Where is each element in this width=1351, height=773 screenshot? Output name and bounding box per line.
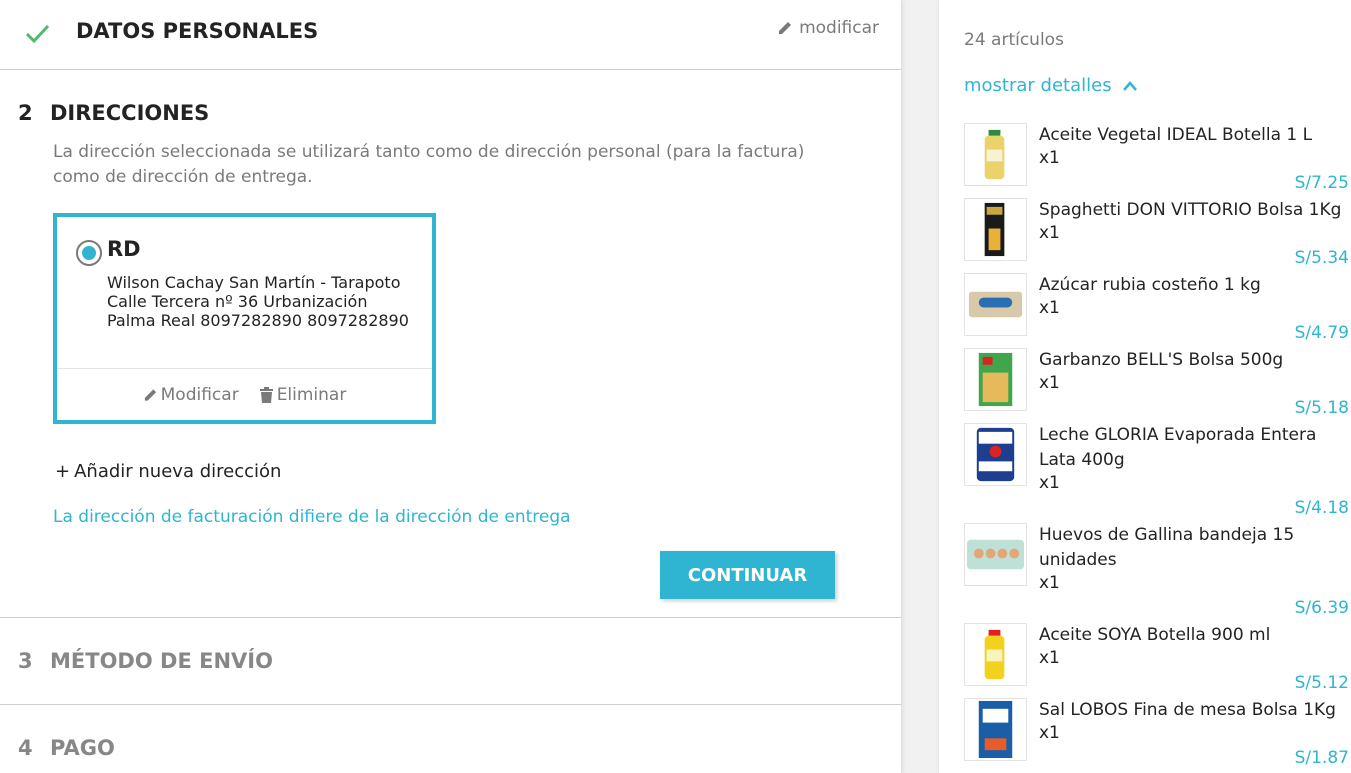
address-description: La dirección seleccionada se utilizará t… <box>53 142 805 187</box>
item-name[interactable]: Garbanzo BELL'S Bolsa 500g <box>1039 348 1351 373</box>
edit-address-button[interactable]: Modificar <box>143 385 239 405</box>
product-thumbnail[interactable] <box>964 698 1027 761</box>
item-name[interactable]: Aceite SOYA Botella 900 ml <box>1039 623 1351 648</box>
item-price: S/1.87 <box>1294 748 1349 768</box>
step-payment[interactable]: 4 PAGO <box>0 705 901 773</box>
item-price: S/6.39 <box>1294 598 1349 618</box>
chickpea-bag-icon <box>978 352 1013 407</box>
product-thumbnail[interactable] <box>964 348 1027 411</box>
step-addresses-title: DIRECCIONES <box>50 101 210 125</box>
modify-label: modificar <box>799 18 879 38</box>
sugar-bag-icon <box>968 291 1023 318</box>
address-alias: RD <box>107 237 141 261</box>
item-price: S/5.18 <box>1294 398 1349 418</box>
step-number: 3 <box>18 649 33 673</box>
delete-label: Eliminar <box>276 384 347 405</box>
item-quantity: x1 <box>1039 298 1060 318</box>
chevron-up-icon <box>1122 80 1137 91</box>
item-name[interactable]: Huevos de Gallina bandeja 15 unidades <box>1039 523 1351 573</box>
product-thumbnail[interactable] <box>964 273 1027 336</box>
delete-address-button[interactable]: Eliminar <box>259 384 347 405</box>
items-count: 24 artículos <box>964 30 1064 50</box>
checkmark-icon <box>25 24 50 44</box>
address-radio[interactable] <box>76 240 102 266</box>
item-quantity: x1 <box>1039 648 1060 668</box>
item-name[interactable]: Spaghetti DON VITTORIO Bolsa 1Kg <box>1039 198 1351 223</box>
step-shipping-title: MÉTODO DE ENVÍO <box>50 649 273 673</box>
modify-personal-link[interactable]: modificar <box>777 18 879 38</box>
step-number: 4 <box>18 736 33 760</box>
egg-tray-icon <box>966 539 1025 570</box>
checkout-steps: DATOS PERSONALES modificar 2 DIRECCIONES… <box>0 0 901 773</box>
step-number: 2 <box>18 101 33 125</box>
step-addresses: 2 DIRECCIONES La dirección seleccionada … <box>0 70 901 618</box>
pasta-package-icon <box>984 202 1005 257</box>
item-quantity: x1 <box>1039 723 1060 743</box>
step-payment-title: PAGO <box>50 736 115 760</box>
billing-differs-link[interactable]: La dirección de facturación difiere de l… <box>53 507 571 527</box>
details-toggle-label: mostrar detalles <box>964 75 1112 96</box>
add-new-label: Añadir nueva dirección <box>74 461 282 482</box>
salt-bag-icon <box>978 700 1013 759</box>
product-thumbnail[interactable] <box>964 423 1027 486</box>
oil-bottle-icon <box>984 629 1005 680</box>
continue-button[interactable]: CONTINUAR <box>660 551 835 599</box>
address-line: Palma Real 8097282890 8097282890 <box>107 311 409 330</box>
address-line: Wilson Cachay San Martín - Tarapoto <box>107 273 401 292</box>
item-quantity: x1 <box>1039 373 1060 393</box>
edit-label: Modificar <box>160 384 239 405</box>
item-name[interactable]: Aceite Vegetal IDEAL Botella 1 L <box>1039 123 1351 148</box>
item-price: S/4.79 <box>1294 323 1349 343</box>
pencil-icon <box>144 388 156 401</box>
item-name[interactable]: Leche GLORIA Evaporada Entera Lata 400g <box>1039 423 1351 473</box>
address-line: Calle Tercera nº 36 Urbanización <box>107 292 368 311</box>
add-new-address-link[interactable]: + Añadir nueva dirección <box>55 461 281 482</box>
item-quantity: x1 <box>1039 223 1060 243</box>
item-price: S/7.25 <box>1294 173 1349 193</box>
product-thumbnail[interactable] <box>964 523 1027 586</box>
item-name[interactable]: Sal LOBOS Fina de mesa Bolsa 1Kg <box>1039 698 1351 723</box>
trash-icon <box>259 386 273 403</box>
step-personal-title: DATOS PERSONALES <box>76 19 319 43</box>
item-price: S/5.12 <box>1294 673 1349 693</box>
milk-can-icon <box>976 427 1015 482</box>
address-text: Wilson Cachay San Martín - Tarapoto Call… <box>107 273 427 330</box>
oil-bottle-icon <box>984 129 1005 180</box>
item-quantity: x1 <box>1039 473 1060 493</box>
product-thumbnail[interactable] <box>964 198 1027 261</box>
address-actions: Modificar Eliminar <box>57 368 432 420</box>
cart-summary: 24 artículos mostrar detalles Aceite Veg… <box>939 0 1351 773</box>
item-quantity: x1 <box>1039 148 1060 168</box>
item-price: S/4.18 <box>1294 498 1349 518</box>
product-thumbnail[interactable] <box>964 623 1027 686</box>
plus-icon: + <box>55 461 71 482</box>
item-name[interactable]: Azúcar rubia costeño 1 kg <box>1039 273 1351 298</box>
product-thumbnail[interactable] <box>964 123 1027 186</box>
pencil-icon <box>779 22 792 34</box>
step-personal-info: DATOS PERSONALES modificar <box>0 0 901 70</box>
step-shipping[interactable]: 3 MÉTODO DE ENVÍO <box>0 618 901 705</box>
item-quantity: x1 <box>1039 573 1060 593</box>
address-card[interactable]: RD Wilson Cachay San Martín - Tarapoto C… <box>53 213 436 424</box>
details-toggle[interactable]: mostrar detalles <box>964 75 1138 96</box>
item-price: S/5.34 <box>1294 248 1349 268</box>
